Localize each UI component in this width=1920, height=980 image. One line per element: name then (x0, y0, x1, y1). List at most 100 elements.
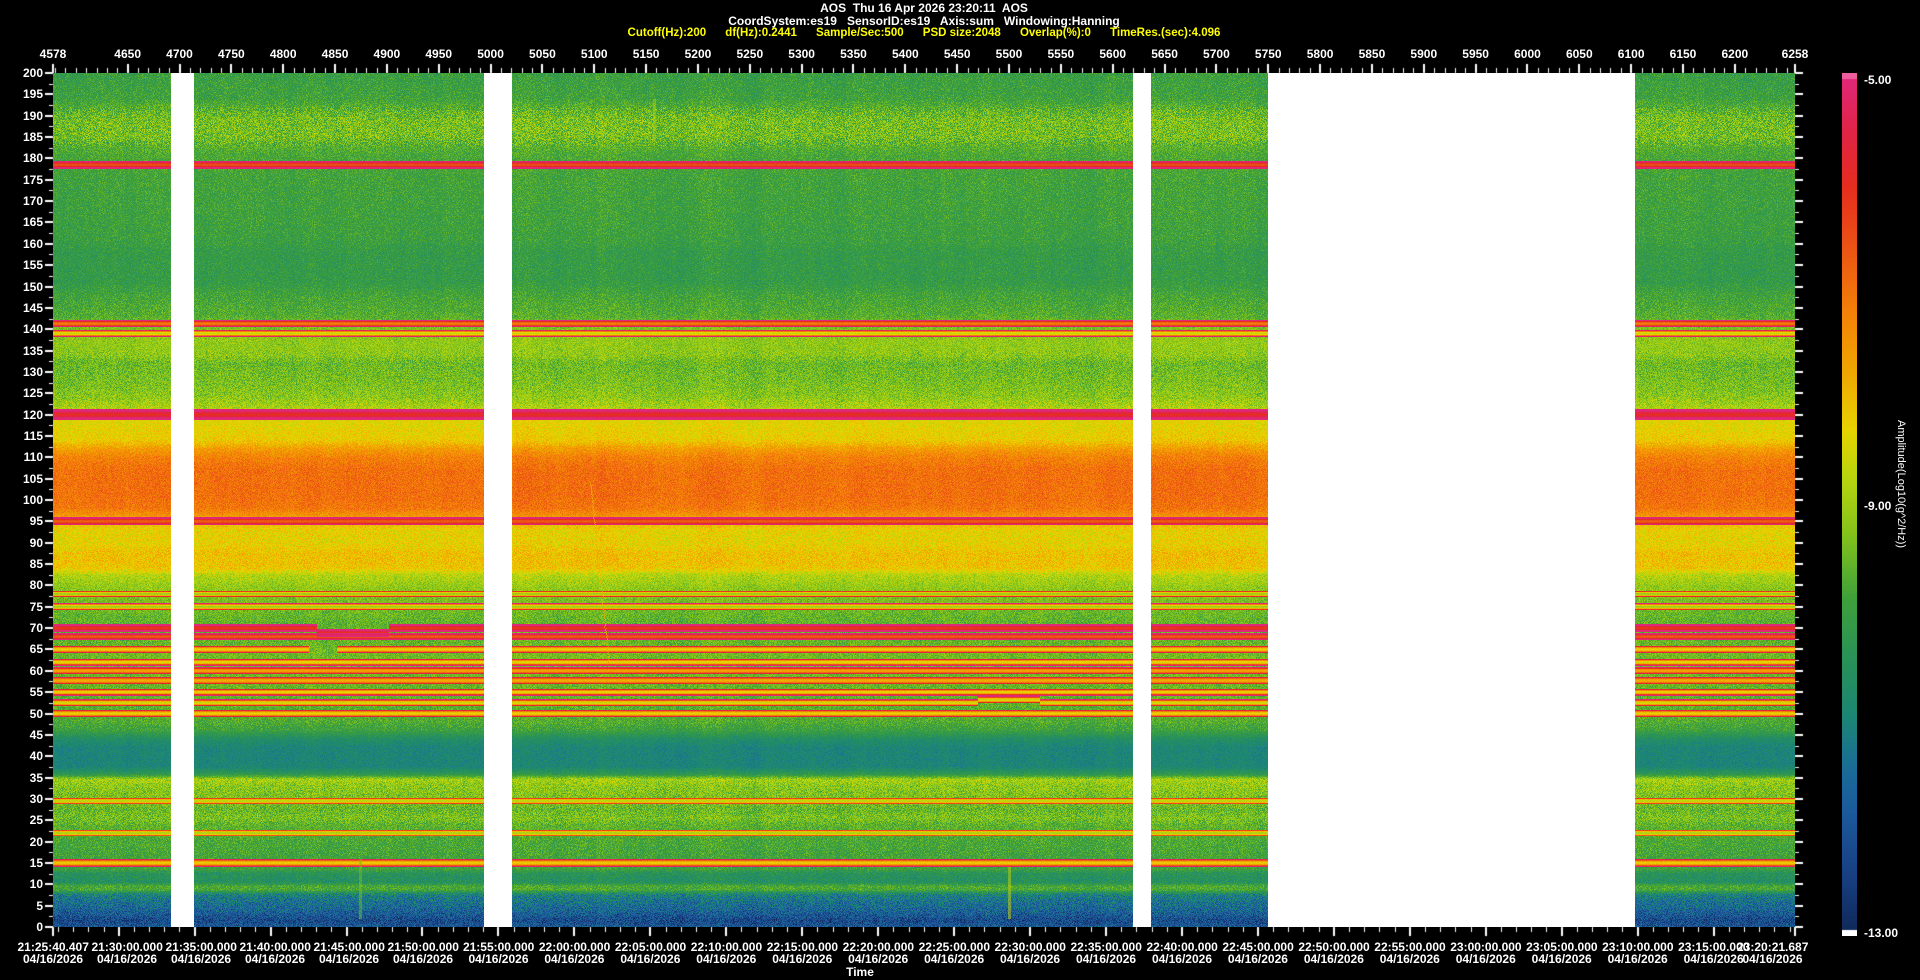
date-tick-label: 04/16/2026 (696, 952, 756, 966)
date-tick-label: 04/16/2026 (924, 952, 984, 966)
top-axis-label: 5950 (1462, 47, 1489, 61)
left-axis-label: 45 (30, 728, 43, 742)
top-axis-label: 5250 (736, 47, 763, 61)
date-tick-label: 04/16/2026 (1152, 952, 1212, 966)
date-tick-label: 04/16/2026 (1532, 952, 1592, 966)
left-axis-label: 0 (36, 920, 43, 934)
date-tick-label: 04/16/2026 (772, 952, 832, 966)
top-axis-label: 5350 (840, 47, 867, 61)
left-axis-label: 150 (23, 280, 43, 294)
date-tick-label: 04/16/2026 (848, 952, 908, 966)
date-tick-label: 04/16/2026 (97, 952, 157, 966)
left-axis-label: 95 (30, 514, 43, 528)
left-axis-label: 80 (30, 578, 43, 592)
date-tick-label: 04/16/2026 (1000, 952, 1060, 966)
left-axis-label: 185 (23, 130, 43, 144)
top-axis-label: 5100 (581, 47, 608, 61)
top-axis-label: 5300 (788, 47, 815, 61)
top-axis-label: 5200 (685, 47, 712, 61)
left-axis-label: 135 (23, 344, 43, 358)
top-axis-label: 5500 (996, 47, 1023, 61)
date-tick-label: 04/16/2026 (245, 952, 305, 966)
spectrogram-plot[interactable] (53, 73, 1795, 927)
aos-spectrogram-window: AOS Thu 16 Apr 2026 23:20:11 AOS CoordSy… (0, 0, 1920, 980)
left-axis-label: 10 (30, 877, 43, 891)
left-axis-label: 120 (23, 408, 43, 422)
top-axis-label: 4578 (40, 47, 67, 61)
date-tick-label: 04/16/2026 (1380, 952, 1440, 966)
top-axis-label: 4700 (166, 47, 193, 61)
top-axis-label: 6258 (1782, 47, 1809, 61)
left-axis-label: 40 (30, 749, 43, 763)
left-axis-label: 140 (23, 322, 43, 336)
top-axis-label: 5650 (1151, 47, 1178, 61)
left-axis-label: 170 (23, 194, 43, 208)
left-axis-label: 5 (36, 899, 43, 913)
top-axis-label: 5800 (1307, 47, 1334, 61)
left-axis-label: 35 (30, 771, 43, 785)
top-axis-label: 4750 (218, 47, 245, 61)
top-axis-label: 5750 (1255, 47, 1282, 61)
left-axis-label: 160 (23, 237, 43, 251)
left-axis-label: 55 (30, 685, 43, 699)
top-axis-label: 6100 (1618, 47, 1645, 61)
date-tick-label: 04/16/2026 (544, 952, 604, 966)
left-axis-label: 100 (23, 493, 43, 507)
top-axis-label: 4800 (270, 47, 297, 61)
top-axis-label: 4850 (322, 47, 349, 61)
left-axis-label: 15 (30, 856, 43, 870)
top-axis-label: 5150 (633, 47, 660, 61)
top-axis-label: 5900 (1410, 47, 1437, 61)
x-axis-title: Time (846, 965, 874, 979)
left-axis-label: 115 (24, 429, 43, 443)
left-axis-label: 165 (23, 215, 43, 229)
date-tick-label: 04/16/2026 (468, 952, 528, 966)
date-tick-label: 04/16/2026 (171, 952, 231, 966)
left-axis-label: 130 (23, 365, 43, 379)
date-tick-label: 04/16/2026 (319, 952, 379, 966)
top-axis-label: 4900 (374, 47, 401, 61)
top-axis-label: 5600 (1099, 47, 1126, 61)
left-axis-label: 70 (30, 621, 43, 635)
colorbar-title: Amplitude(Log10(g^2/Hz)) (1895, 420, 1907, 600)
colorbar-tick-label: -9.00 (1864, 499, 1891, 513)
date-tick-label: 04/16/2026 (1076, 952, 1136, 966)
top-axis-label: 5050 (529, 47, 556, 61)
left-axis-label: 25 (30, 813, 43, 827)
date-tick-label: 04/16/2026 (1456, 952, 1516, 966)
top-axis-label: 5550 (1048, 47, 1075, 61)
top-axis-label: 6050 (1566, 47, 1593, 61)
left-axis-label: 50 (30, 707, 43, 721)
left-axis-label: 180 (23, 151, 43, 165)
left-axis-label: 200 (23, 66, 43, 80)
date-tick-label: 04/16/2026 (1608, 952, 1668, 966)
top-axis-label: 5400 (892, 47, 919, 61)
colorbar (1842, 73, 1857, 936)
left-axis-label: 195 (23, 87, 43, 101)
left-axis-label: 85 (30, 557, 43, 571)
left-axis-label: 60 (30, 664, 43, 678)
top-axis-label: 6150 (1670, 47, 1697, 61)
top-axis-label: 5850 (1359, 47, 1386, 61)
left-axis-label: 110 (24, 450, 43, 464)
top-axis-label: 5700 (1203, 47, 1230, 61)
colorbar-tick-label: -5.00 (1864, 73, 1891, 87)
date-tick-label: 04/16/2026 (23, 952, 83, 966)
top-axis-label: 6000 (1514, 47, 1541, 61)
left-axis-label: 125 (23, 386, 43, 400)
left-axis-label: 145 (23, 301, 43, 315)
date-tick-label: 04/16/2026 (1304, 952, 1364, 966)
top-axis-label: 6200 (1722, 47, 1749, 61)
colorbar-tick-label: -13.00 (1864, 926, 1898, 940)
date-tick-label: 04/16/2026 (393, 952, 453, 966)
left-axis-label: 175 (23, 173, 43, 187)
top-axis-label: 4950 (425, 47, 452, 61)
left-axis-label: 20 (30, 835, 43, 849)
left-axis-label: 90 (30, 536, 43, 550)
date-tick-label: 04/16/2026 (1684, 952, 1744, 966)
top-axis-label: 5450 (944, 47, 971, 61)
top-axis-label: 5000 (477, 47, 504, 61)
top-axis-label: 4650 (114, 47, 141, 61)
left-axis-label: 75 (30, 600, 43, 614)
date-tick-label: 04/16/2026 (620, 952, 680, 966)
